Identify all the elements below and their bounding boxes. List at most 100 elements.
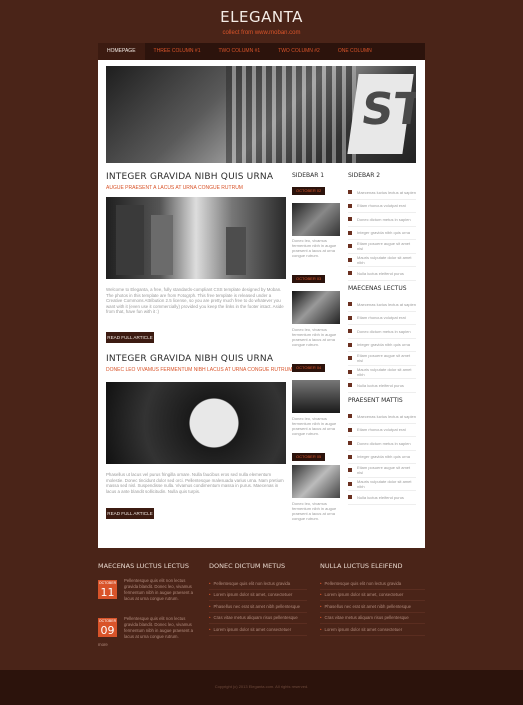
sidebar2-list: Maecenas luctus lectus at sapien Etiam r…: [348, 410, 416, 505]
bullet-icon: •: [209, 603, 211, 609]
list-item[interactable]: Maecenas luctus lectus at sapien: [348, 410, 416, 424]
nav-item-three-column-1[interactable]: THREE COLUMN #1: [145, 43, 210, 60]
post-subtitle: AUGUE PRAESENT A LACUS AT URNA CONGUE RU…: [106, 185, 243, 191]
post-image-buildings: [106, 197, 286, 279]
sidebar1-thumbnail[interactable]: [292, 380, 340, 413]
building-shape: [226, 227, 246, 275]
list-item[interactable]: Donec dictum metus in sapien: [348, 437, 416, 451]
footer-col3-list: • Pellentesque quis elit non lectus gravi…: [320, 578, 425, 636]
read-full-article-button[interactable]: READ FULL ARTICLE: [106, 332, 154, 343]
sidebar2-section-title: MAECENAS LECTUS: [348, 285, 407, 292]
bullet-square-icon: [348, 369, 352, 374]
sidebar1-excerpt: Donec leo, vivamus fermentum nibh in aug…: [292, 238, 337, 258]
list-item[interactable]: Etiam posuere augue sit amet nisl: [348, 352, 416, 366]
list-item[interactable]: Etiam rhoncus volutpat erat: [348, 312, 416, 325]
bullet-icon: •: [320, 592, 322, 598]
site-tagline: collect from www.moban.com: [222, 30, 301, 36]
list-item[interactable]: Etiam posuere augue sit amet nisl: [348, 240, 416, 254]
sidebar1-thumbnail[interactable]: [292, 291, 340, 324]
footer-entry-text: Pellentesque quis elit non lectus gravid…: [124, 616, 194, 639]
bullet-square-icon: [348, 271, 352, 276]
copyright-text: Copyright (c) 2013 Eleganta.com. All rig…: [214, 684, 309, 689]
list-item[interactable]: Nulla luctus eleifend purus: [348, 491, 416, 505]
site-title[interactable]: ELEGANTA: [0, 8, 523, 26]
footer-date-badge: OCTOBER 09: [98, 618, 117, 637]
bullet-square-icon: [348, 356, 352, 361]
post-title[interactable]: INTEGER GRAVIDA NIBH QUIS URNA: [106, 172, 273, 182]
nav-item-two-column-2[interactable]: TWO COLUMN #2: [269, 43, 329, 60]
sidebar2-list: Maecenas luctus lectus at sapien Etiam r…: [348, 298, 416, 393]
bullet-square-icon: [348, 481, 352, 486]
main-nav: HOMEPAGE THREE COLUMN #1 TWO COLUMN #1 T…: [98, 43, 425, 60]
sidebar1-date: OCTOBER 05: [292, 453, 326, 461]
read-full-article-button[interactable]: READ FULL ARTICLE: [106, 508, 154, 519]
nav-item-one-column[interactable]: ONE COLUMN: [329, 43, 381, 60]
post-body: Phasellus ut lacus vel purus fringilla o…: [106, 472, 284, 494]
sidebar1-thumbnail[interactable]: [292, 203, 340, 236]
bullet-square-icon: [348, 441, 352, 446]
list-item[interactable]: Donec dictum metus in sapien: [348, 325, 416, 339]
sidebar2-list: Maecenas luctus lectus at sapien Etiam r…: [348, 186, 416, 281]
bullet-icon: •: [320, 615, 322, 621]
footer-list-item[interactable]: • Cras vitae metus aliquam risus pellente…: [209, 613, 307, 624]
footer-date-badge: OCTOBER 11: [98, 580, 117, 599]
list-item[interactable]: Etiam rhoncus volutpat erat: [348, 424, 416, 437]
nav-item-two-column-1[interactable]: TWO COLUMN #1: [209, 43, 269, 60]
bottom-bar: Copyright (c) 2013 Eleganta.com. All rig…: [0, 670, 523, 705]
footer-list-item[interactable]: • Pellentesque quis elit non lectus gravi…: [320, 578, 425, 590]
bullet-icon: •: [320, 603, 322, 609]
sidebar1-thumbnail[interactable]: [292, 465, 340, 498]
post-image-baseball: [106, 382, 286, 464]
bullet-square-icon: [348, 468, 352, 473]
bullet-icon: •: [209, 592, 211, 598]
sidebar1-date: OCTOBER 04: [292, 364, 326, 372]
building-shape: [151, 215, 173, 275]
list-item[interactable]: Integer gravida nibh quis urna: [348, 451, 416, 464]
list-item[interactable]: Integer gravida nibh quis urna: [348, 227, 416, 240]
bullet-icon: •: [320, 626, 322, 632]
hero-sign: ST: [347, 74, 416, 154]
list-item[interactable]: Mauris vulputate dolor sit amet nibh: [348, 254, 416, 267]
list-item[interactable]: Nulla luctus eleifend purus: [348, 379, 416, 393]
footer-list-item[interactable]: • Pellentesque quis elit non lectus gravi…: [209, 578, 307, 590]
post-body: Welcome to Eleganta, a free, fully stand…: [106, 287, 284, 315]
hero-sign-text: ST: [358, 84, 416, 135]
hero-image-pattern: [226, 66, 356, 163]
footer-col2-list: • Pellentesque quis elit non lectus gravi…: [209, 578, 307, 636]
bullet-icon: •: [320, 580, 322, 586]
bullet-square-icon: [348, 427, 352, 432]
post-title[interactable]: INTEGER GRAVIDA NIBH QUIS URNA: [106, 354, 273, 364]
list-item[interactable]: Mauris vulputate dolor sit amet nibh: [348, 366, 416, 379]
footer-list-item[interactable]: • Lorem ipsum dolor sit amet consectetuer: [320, 624, 425, 636]
footer-list-item[interactable]: • Cras vitae metus aliquam risus pellente…: [320, 613, 425, 624]
list-item[interactable]: Mauris vulputate dolor sit amet nibh: [348, 478, 416, 491]
footer-list-item[interactable]: • Lorem ipsum dolor sit amet, consectetue…: [320, 590, 425, 601]
bullet-square-icon: [348, 495, 352, 500]
bullet-icon: •: [209, 615, 211, 621]
list-item[interactable]: Maecenas luctus lectus at sapien: [348, 186, 416, 200]
bullet-square-icon: [348, 342, 352, 347]
list-item[interactable]: Donec dictum metus in sapien: [348, 213, 416, 227]
footer-list-item[interactable]: • Phasellus nec erat sit amet nibh pellen…: [320, 601, 425, 613]
footer-col2-title: DONEC DICTUM METUS: [209, 562, 286, 570]
building-shape: [116, 205, 144, 275]
list-item[interactable]: Integer gravida nibh quis urna: [348, 339, 416, 352]
list-item[interactable]: Nulla luctus eleifend purus: [348, 267, 416, 281]
sidebar1-excerpt: Donec leo, vivamus fermentum nibh in aug…: [292, 501, 337, 521]
footer-more-link[interactable]: more: [98, 642, 108, 648]
footer-col1-title: MAECENAS LUCTUS LECTUS: [98, 562, 189, 570]
bullet-square-icon: [348, 302, 352, 307]
footer-list-item[interactable]: • Phasellus nec erat sit amet nibh pellen…: [209, 601, 307, 613]
sidebar1-excerpt: Donec leo, vivamus fermentum nibh in aug…: [292, 416, 337, 436]
list-item[interactable]: Maecenas luctus lectus at sapien: [348, 298, 416, 312]
list-item[interactable]: Etiam posuere augue sit amet nisl: [348, 464, 416, 478]
bullet-icon: •: [209, 580, 211, 586]
nav-item-homepage[interactable]: HOMEPAGE: [98, 43, 145, 60]
sidebar2-section-title: PRAESENT MATTIS: [348, 397, 403, 404]
footer-list-item[interactable]: • Lorem ipsum dolor sit amet, consectetue…: [209, 590, 307, 601]
list-item[interactable]: Etiam rhoncus volutpat erat: [348, 200, 416, 213]
post-subtitle: DONEC LEO VIVAMUS FERMENTUM NIBH LACUS A…: [106, 367, 293, 373]
bullet-square-icon: [348, 257, 352, 262]
bullet-square-icon: [348, 244, 352, 249]
footer-list-item[interactable]: • Lorem ipsum dolor sit amet consectetuer: [209, 624, 307, 636]
